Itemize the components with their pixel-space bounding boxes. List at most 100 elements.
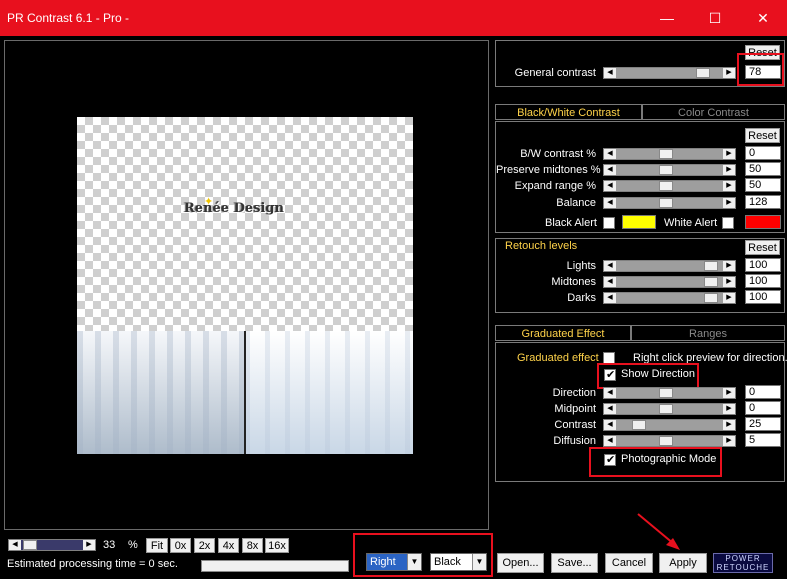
preview-canvas[interactable]: ✦ Renée Design <box>77 117 413 454</box>
zoom-value: 33 <box>103 539 116 551</box>
black-alert-label: Black Alert <box>545 217 597 229</box>
contrast-slider[interactable]: ◀ ▶ <box>603 419 736 431</box>
slider-right-arrow-icon[interactable]: ▶ <box>723 165 735 175</box>
contrast-value[interactable]: 25 <box>745 417 781 431</box>
midtones-slider[interactable]: ◀ ▶ <box>603 276 736 288</box>
midpoint-value[interactable]: 0 <box>745 401 781 415</box>
slider-thumb[interactable] <box>704 261 718 271</box>
slider-left-arrow-icon[interactable]: ◀ <box>604 181 616 191</box>
preserve-midtones-value[interactable]: 50 <box>745 162 781 176</box>
slider-thumb[interactable] <box>704 293 718 303</box>
cancel-button[interactable]: Cancel <box>605 553 653 573</box>
white-alert-color-swatch[interactable] <box>745 215 781 229</box>
balance-value[interactable]: 128 <box>745 195 781 209</box>
zoom-4x-button[interactable]: 4x <box>218 538 239 553</box>
slider-left-arrow-icon[interactable]: ◀ <box>604 277 616 287</box>
tab-graduated-effect[interactable]: Graduated Effect <box>495 325 631 341</box>
slider-right-arrow-icon[interactable]: ▶ <box>723 388 735 398</box>
slider-thumb[interactable] <box>659 436 673 446</box>
slider-right-arrow-icon[interactable]: ▶ <box>723 149 735 159</box>
slider-right-arrow-icon[interactable]: ▶ <box>723 404 735 414</box>
slider-right-arrow-icon[interactable]: ▶ <box>723 68 735 78</box>
minimize-button[interactable]: — <box>643 0 691 36</box>
slider-thumb[interactable] <box>659 181 673 191</box>
general-contrast-slider[interactable]: ◀ ▶ <box>603 67 736 79</box>
slider-right-arrow-icon[interactable]: ▶ <box>723 181 735 191</box>
close-button[interactable]: ✕ <box>739 0 787 36</box>
black-alert-checkbox[interactable] <box>603 217 615 229</box>
direction-value[interactable]: 0 <box>745 385 781 399</box>
expand-range-value[interactable]: 50 <box>745 178 781 192</box>
slider-right-arrow-icon[interactable]: ▶ <box>723 436 735 446</box>
save-button[interactable]: Save... <box>551 553 598 573</box>
lights-slider[interactable]: ◀ ▶ <box>603 260 736 272</box>
bw-contrast-slider[interactable]: ◀ ▶ <box>603 148 736 160</box>
retouch-label: Lights <box>566 260 596 272</box>
zoom-fit-button[interactable]: Fit <box>146 538 168 553</box>
progress-bar <box>201 560 349 572</box>
midtones-value[interactable]: 100 <box>745 274 781 288</box>
bw-label: Expand range % <box>514 180 596 192</box>
zoom-unit: % <box>128 539 138 551</box>
slider-left-arrow-icon[interactable]: ◀ <box>604 404 616 414</box>
slider-right-arrow-icon[interactable]: ▶ <box>723 261 735 271</box>
general-contrast-label: General contrast <box>514 67 596 79</box>
zoom-8x-button[interactable]: 8x <box>242 538 263 553</box>
white-alert-checkbox[interactable] <box>722 217 734 229</box>
slider-left-arrow-icon[interactable]: ◀ <box>604 198 616 208</box>
zoom-16x-button[interactable]: 16x <box>265 538 289 553</box>
slider-right-arrow-icon[interactable]: ▶ <box>723 420 735 430</box>
slider-thumb[interactable] <box>659 165 673 175</box>
direction-slider[interactable]: ◀ ▶ <box>603 387 736 399</box>
processing-time-status: Estimated processing time = 0 sec. <box>7 558 178 570</box>
zoom-0x-button[interactable]: 0x <box>170 538 191 553</box>
slider-right-arrow-icon[interactable]: ▶ <box>83 540 95 550</box>
apply-button[interactable]: Apply <box>659 553 707 573</box>
slider-thumb[interactable] <box>704 277 718 287</box>
slider-left-arrow-icon[interactable]: ◀ <box>604 68 616 78</box>
maximize-button[interactable]: ☐ <box>691 0 739 36</box>
highlight-general-value <box>737 53 784 86</box>
slider-thumb[interactable] <box>23 540 37 550</box>
slider-right-arrow-icon[interactable]: ▶ <box>723 198 735 208</box>
slider-left-arrow-icon[interactable]: ◀ <box>604 420 616 430</box>
slider-left-arrow-icon[interactable]: ◀ <box>9 540 21 550</box>
black-alert-color-swatch[interactable] <box>622 215 656 229</box>
expand-range-slider[interactable]: ◀ ▶ <box>603 180 736 192</box>
balance-slider[interactable]: ◀ ▶ <box>603 197 736 209</box>
slider-thumb[interactable] <box>659 404 673 414</box>
preserve-midtones-slider[interactable]: ◀ ▶ <box>603 164 736 176</box>
retouch-reset-button[interactable]: Reset <box>745 240 780 255</box>
slider-thumb[interactable] <box>659 149 673 159</box>
tab-color-contrast[interactable]: Color Contrast <box>642 104 785 120</box>
slider-thumb[interactable] <box>696 68 710 78</box>
darks-value[interactable]: 100 <box>745 290 781 304</box>
slider-left-arrow-icon[interactable]: ◀ <box>604 261 616 271</box>
diffusion-value[interactable]: 5 <box>745 433 781 447</box>
slider-left-arrow-icon[interactable]: ◀ <box>604 293 616 303</box>
bw-reset-button[interactable]: Reset <box>745 128 780 143</box>
slider-right-arrow-icon[interactable]: ▶ <box>723 293 735 303</box>
slider-thumb[interactable] <box>632 420 646 430</box>
zoom-slider[interactable]: ◀ ▶ <box>8 539 96 551</box>
darks-slider[interactable]: ◀ ▶ <box>603 292 736 304</box>
slider-left-arrow-icon[interactable]: ◀ <box>604 436 616 446</box>
bw-label: B/W contrast % <box>520 148 596 160</box>
slider-thumb[interactable] <box>659 388 673 398</box>
lights-value[interactable]: 100 <box>745 258 781 272</box>
open-button[interactable]: Open... <box>497 553 544 573</box>
retouch-label: Midtones <box>551 276 596 288</box>
preview-area[interactable]: ✦ Renée Design <box>4 40 489 530</box>
slider-left-arrow-icon[interactable]: ◀ <box>604 149 616 159</box>
slider-thumb[interactable] <box>659 198 673 208</box>
diffusion-slider[interactable]: ◀ ▶ <box>603 435 736 447</box>
slider-left-arrow-icon[interactable]: ◀ <box>604 388 616 398</box>
zoom-2x-button[interactable]: 2x <box>194 538 215 553</box>
bw-contrast-value[interactable]: 0 <box>745 146 781 160</box>
preview-floor-image <box>77 331 413 454</box>
tab-bw-contrast[interactable]: Black/White Contrast <box>495 104 642 120</box>
tab-ranges[interactable]: Ranges <box>631 325 785 341</box>
slider-right-arrow-icon[interactable]: ▶ <box>723 277 735 287</box>
midpoint-slider[interactable]: ◀ ▶ <box>603 403 736 415</box>
slider-left-arrow-icon[interactable]: ◀ <box>604 165 616 175</box>
